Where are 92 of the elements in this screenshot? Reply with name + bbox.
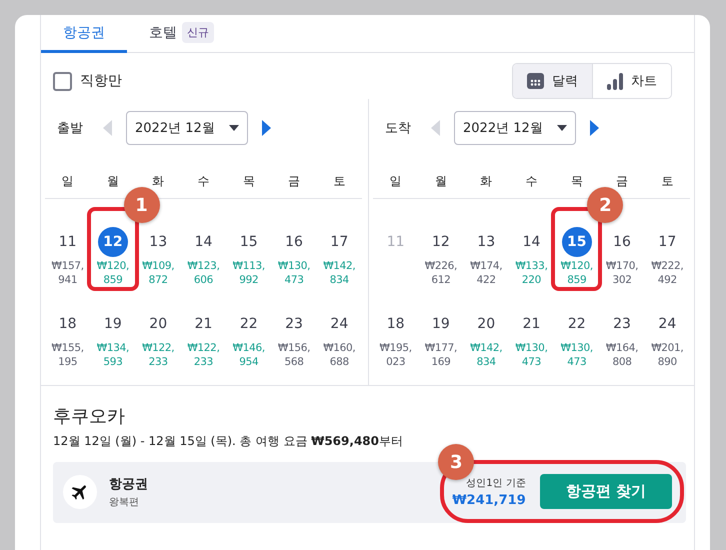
day-price: ₩222,492	[650, 259, 684, 288]
calendar-day[interactable]: 22	[562, 309, 592, 339]
day-price: ₩133,220	[514, 259, 549, 288]
month-dropdown[interactable]: 2022년 12월	[126, 111, 248, 145]
next-month-icon[interactable]	[262, 120, 271, 136]
weekday-label: 일	[62, 173, 74, 190]
calendar-day[interactable]: 14	[516, 227, 546, 257]
day-price: ₩174,422	[469, 259, 504, 288]
calendar-icon	[527, 73, 544, 89]
weekday-label: 화	[480, 173, 492, 190]
weekday-label: 토	[661, 173, 674, 190]
calendar-day[interactable]: 20	[143, 309, 174, 339]
day-price: ₩142,834	[322, 259, 356, 288]
day-price: ₩226,612	[424, 259, 458, 288]
day-price: ₩155,195	[50, 341, 85, 370]
next-month-icon[interactable]	[590, 120, 599, 136]
day-price: ₩130,473	[276, 259, 312, 288]
calendar-day[interactable]: 24	[324, 309, 354, 339]
destination-title: 후쿠오카	[53, 405, 126, 428]
trip-summary: 12월 12일 (월) - 12월 15일 (목). 총 여행 요금 ₩569,480부터	[53, 433, 404, 450]
day-price: ₩156,568	[276, 341, 312, 370]
step-marker: 2	[587, 187, 624, 223]
weekday-label: 금	[616, 173, 628, 190]
weekday-label: 금	[288, 173, 300, 190]
calendar-day[interactable]: 24	[652, 309, 682, 339]
day-price: ₩130,473	[514, 341, 549, 370]
calendar-day[interactable]: 15	[234, 227, 264, 257]
product-title: 항공권	[109, 476, 148, 492]
calendar-day[interactable]: 19	[426, 309, 456, 339]
day-price: ₩164,808	[604, 341, 640, 370]
day-price: ₩177,169	[424, 341, 458, 370]
calendar-day[interactable]: 14	[188, 227, 218, 257]
calendar-day[interactable]: 23	[279, 309, 310, 339]
day-price: ₩113,992	[232, 259, 266, 288]
day-price: ₩134,593	[96, 341, 130, 370]
calendar-day[interactable]: 20	[471, 309, 502, 339]
weekday-label: 월	[106, 173, 119, 190]
calendar-day[interactable]: 17	[324, 227, 354, 257]
day-price: ₩120,859	[96, 259, 130, 288]
step-marker: 1	[124, 187, 160, 223]
day-price: ₩157,941	[50, 259, 85, 288]
tab[interactable]: 호텔 신규	[127, 15, 236, 53]
day-price: ₩109,872	[141, 259, 176, 288]
day-price: ₩120,859	[560, 259, 594, 288]
weekday-label: 목	[242, 173, 255, 190]
calendar-day[interactable]: 18	[52, 309, 83, 339]
calendar-day[interactable]: 22	[234, 309, 264, 339]
tab[interactable]: 항공권	[41, 15, 127, 53]
day-price: ₩146,954	[232, 341, 266, 370]
day-price: ₩160,688	[322, 341, 356, 370]
calendar-day[interactable]: 17	[652, 227, 682, 257]
day-price: ₩122,233	[186, 341, 221, 370]
weekday-label: 토	[333, 173, 346, 190]
weekday-label: 월	[434, 173, 447, 190]
new-badge: 신규	[182, 22, 214, 43]
step-marker: 3	[438, 444, 474, 480]
calendar-label: 출발	[57, 120, 83, 137]
day-price: ₩142,834	[469, 341, 504, 370]
day-price: ₩170,302	[604, 259, 640, 288]
calendar-day[interactable]: 13	[143, 227, 174, 257]
view-toggle-button[interactable]: 달력	[513, 64, 593, 98]
airplane-icon	[63, 474, 97, 508]
calendar-day[interactable]: 12	[426, 227, 456, 257]
weekday-label: 목	[570, 173, 583, 190]
calendar-day[interactable]: 12	[98, 227, 128, 257]
direct-only-checkbox[interactable]: 직항만	[53, 72, 122, 90]
calendar-day[interactable]: 13	[471, 227, 502, 257]
calendar-day[interactable]: 23	[607, 309, 638, 339]
fare-price: ₩241,719	[452, 492, 526, 508]
calendar-day[interactable]: 19	[98, 309, 128, 339]
calendar-day[interactable]: 18	[380, 309, 411, 339]
calendar-day[interactable]: 11	[52, 227, 83, 257]
calendar-day[interactable]: 21	[188, 309, 218, 339]
calendar-day[interactable]: 16	[607, 227, 638, 257]
day-price: ₩123,606	[186, 259, 221, 288]
weekday-label: 일	[390, 173, 402, 190]
bar-chart-icon	[607, 72, 623, 90]
caret-icon	[228, 125, 239, 131]
calendar-day[interactable]: 16	[279, 227, 310, 257]
product-subtitle: 왕복편	[109, 496, 140, 508]
calendar-day[interactable]: 15	[562, 227, 592, 257]
day-price: ₩201,890	[650, 341, 684, 370]
caret-icon	[556, 125, 567, 131]
day-price: ₩130,473	[560, 341, 594, 370]
day-price: ₩122,233	[141, 341, 176, 370]
month-dropdown[interactable]: 2022년 12월	[454, 111, 576, 145]
weekday-label: 수	[197, 173, 210, 190]
calendar-day[interactable]: 21	[516, 309, 546, 339]
calendar-label: 도착	[385, 120, 411, 137]
weekday-label: 수	[525, 173, 538, 190]
day-price: ₩195,023	[378, 341, 413, 370]
weekday-label: 화	[152, 173, 164, 190]
